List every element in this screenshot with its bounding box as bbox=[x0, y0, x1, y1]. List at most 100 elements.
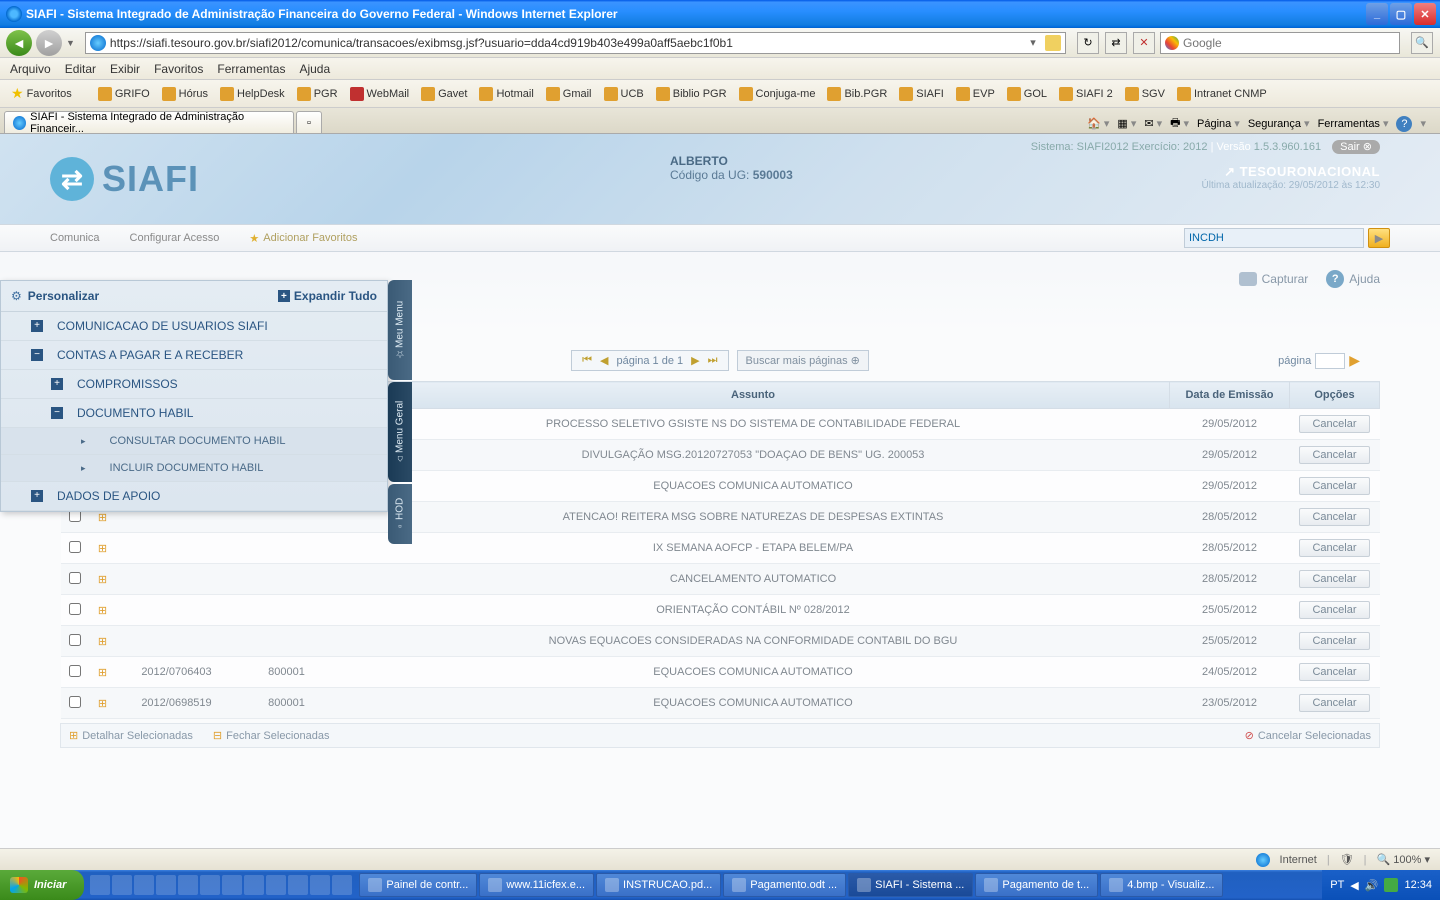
cmd-tools[interactable]: Ferramentas▾ bbox=[1318, 117, 1389, 130]
taskbar-task[interactable]: Painel de contr... bbox=[359, 873, 477, 897]
tray-icon[interactable] bbox=[1384, 878, 1398, 892]
ql-icon[interactable] bbox=[178, 875, 198, 895]
fav-biblio[interactable]: Biblio PGR bbox=[651, 85, 732, 103]
url-dropdown-icon[interactable]: ▾ bbox=[1025, 36, 1041, 49]
menu-consultar-documento[interactable]: ▸CONSULTAR DOCUMENTO HABIL bbox=[1, 428, 387, 455]
menu-configurar-acesso[interactable]: Configurar Acesso bbox=[130, 232, 220, 244]
zoom-button[interactable]: 🔍 100% ▾ bbox=[1377, 853, 1430, 866]
ql-icon[interactable] bbox=[200, 875, 220, 895]
cmd-help[interactable]: ? bbox=[1396, 116, 1412, 132]
page-go-icon[interactable]: ▶ bbox=[1349, 352, 1360, 369]
taskbar-task-active[interactable]: SIAFI - Sistema ... bbox=[848, 873, 973, 897]
fav-gol[interactable]: GOL bbox=[1002, 85, 1052, 103]
expand-icon[interactable]: ⊞ bbox=[98, 543, 107, 555]
menu-comunicacao[interactable]: +COMUNICACAO DE USUARIOS SIAFI bbox=[1, 312, 387, 341]
fav-ucb[interactable]: UCB bbox=[599, 85, 649, 103]
taskbar-task[interactable]: Pagamento de t... bbox=[975, 873, 1098, 897]
expand-icon[interactable]: ⊞ bbox=[98, 636, 107, 648]
forward-button[interactable]: ► bbox=[36, 30, 62, 56]
page-next[interactable]: ▶ bbox=[691, 354, 699, 367]
search-bar[interactable] bbox=[1160, 32, 1400, 54]
cancelar-button[interactable]: Cancelar bbox=[1299, 694, 1369, 712]
col-data[interactable]: Data de Emissão bbox=[1170, 382, 1290, 409]
menu-exibir[interactable]: Exibir bbox=[110, 62, 140, 76]
fav-bibpgr[interactable]: Bib.PGR bbox=[822, 85, 892, 103]
taskbar-task[interactable]: Pagamento.odt ... bbox=[723, 873, 846, 897]
cmd-home[interactable]: 🏠▾ bbox=[1087, 117, 1109, 130]
fav-webmail[interactable]: WebMail bbox=[345, 85, 415, 103]
menu-editar[interactable]: Editar bbox=[65, 62, 96, 76]
close-button[interactable]: ✕ bbox=[1414, 3, 1436, 25]
page-prev[interactable]: ◀ bbox=[600, 354, 608, 367]
page-last[interactable]: ⏭ bbox=[708, 354, 718, 367]
menu-dados-apoio[interactable]: +DADOS DE APOIO bbox=[1, 482, 387, 511]
ql-icon[interactable] bbox=[156, 875, 176, 895]
search-input[interactable] bbox=[1183, 36, 1399, 50]
nav-dropdown-icon[interactable]: ▼ bbox=[66, 38, 75, 48]
cancelar-button[interactable]: Cancelar bbox=[1299, 570, 1369, 588]
cancelar-selecionadas[interactable]: ⊘Cancelar Selecionadas bbox=[1245, 729, 1371, 742]
logout-button[interactable]: Sair ⊗ bbox=[1332, 140, 1380, 154]
lang-indicator[interactable]: PT bbox=[1330, 879, 1344, 891]
row-checkbox[interactable] bbox=[69, 634, 81, 646]
cmd-print[interactable]: 🖶▾ bbox=[1170, 114, 1189, 133]
siafi-search-input[interactable] bbox=[1184, 228, 1364, 248]
fav-evp[interactable]: EVP bbox=[951, 85, 1000, 103]
taskbar-task[interactable]: INSTRUCAO.pd... bbox=[596, 873, 721, 897]
cancelar-button[interactable]: Cancelar bbox=[1299, 508, 1369, 526]
expand-icon[interactable]: ⊞ bbox=[98, 605, 107, 617]
cancelar-button[interactable]: Cancelar bbox=[1299, 663, 1369, 681]
back-button[interactable]: ◄ bbox=[6, 30, 32, 56]
buscar-mais-button[interactable]: Buscar mais páginas ⊕ bbox=[737, 350, 869, 371]
ajuda-button[interactable]: ?Ajuda bbox=[1326, 270, 1380, 288]
menu-compromissos[interactable]: +COMPROMISSOS bbox=[1, 370, 387, 399]
page-first[interactable]: ⏮ bbox=[582, 354, 592, 367]
vtab-menu-geral[interactable]: ⌂ Menu Geral bbox=[388, 382, 412, 482]
fav-gavet[interactable]: Gavet bbox=[416, 85, 472, 103]
fav-grifo[interactable]: GRIFO bbox=[93, 85, 155, 103]
expand-icon[interactable]: ⊞ bbox=[98, 667, 107, 679]
clock[interactable]: 12:34 bbox=[1404, 879, 1432, 891]
browser-tab-active[interactable]: SIAFI - Sistema Integrado de Administraç… bbox=[4, 111, 294, 133]
fechar-selecionadas[interactable]: ⊟Fechar Selecionadas bbox=[213, 729, 330, 742]
menu-ferramentas[interactable]: Ferramentas bbox=[217, 62, 285, 76]
fav-conjuga[interactable]: Conjuga-me bbox=[734, 85, 821, 103]
ql-icon[interactable] bbox=[266, 875, 286, 895]
maximize-button[interactable]: ▢ bbox=[1390, 3, 1412, 25]
ql-icon[interactable] bbox=[310, 875, 330, 895]
menu-comunica[interactable]: Comunica bbox=[50, 232, 100, 244]
ql-icon[interactable] bbox=[222, 875, 242, 895]
cancelar-button[interactable]: Cancelar bbox=[1299, 601, 1369, 619]
page-input[interactable] bbox=[1315, 353, 1345, 369]
row-checkbox[interactable] bbox=[69, 541, 81, 553]
ql-icon[interactable] bbox=[288, 875, 308, 895]
menu-incluir-documento[interactable]: ▸INCLUIR DOCUMENTO HABIL bbox=[1, 455, 387, 482]
siafi-search-go[interactable]: ▶ bbox=[1368, 228, 1390, 248]
start-button[interactable]: Iniciar bbox=[0, 870, 84, 900]
fav-intranet[interactable]: Intranet CNMP bbox=[1172, 85, 1272, 103]
tray-icon[interactable]: 🔊 bbox=[1365, 879, 1379, 892]
row-checkbox[interactable] bbox=[69, 603, 81, 615]
expand-icon[interactable]: ⊞ bbox=[98, 698, 107, 710]
fav-pgr[interactable]: PGR bbox=[292, 85, 343, 103]
menu-arquivo[interactable]: Arquivo bbox=[10, 62, 51, 76]
search-go-button[interactable]: 🔍 bbox=[1411, 32, 1433, 54]
new-tab-button[interactable]: ▫ bbox=[296, 111, 322, 133]
address-bar[interactable]: https://siafi.tesouro.gov.br/siafi2012/c… bbox=[85, 32, 1066, 54]
cancelar-button[interactable]: Cancelar bbox=[1299, 539, 1369, 557]
detalhar-selecionadas[interactable]: ⊞Detalhar Selecionadas bbox=[69, 729, 193, 742]
col-assunto[interactable]: Assunto bbox=[337, 382, 1170, 409]
cmd-mail[interactable]: ✉▾ bbox=[1144, 117, 1162, 130]
menu-favoritos[interactable]: Favoritos bbox=[154, 62, 203, 76]
cancelar-button[interactable]: Cancelar bbox=[1299, 446, 1369, 464]
minimize-button[interactable]: _ bbox=[1366, 3, 1388, 25]
fav-sgv[interactable]: SGV bbox=[1120, 85, 1170, 103]
taskbar-task[interactable]: 4.bmp - Visualiz... bbox=[1100, 873, 1223, 897]
compat-button[interactable]: ⇄ bbox=[1105, 32, 1127, 54]
cmd-page[interactable]: Página▾ bbox=[1197, 117, 1240, 130]
menu-contas[interactable]: −CONTAS A PAGAR E A RECEBER bbox=[1, 341, 387, 370]
ql-icon[interactable] bbox=[112, 875, 132, 895]
fav-helpdesk[interactable]: HelpDesk bbox=[215, 85, 290, 103]
ql-icon[interactable] bbox=[332, 875, 352, 895]
stop-button[interactable]: ✕ bbox=[1133, 32, 1155, 54]
